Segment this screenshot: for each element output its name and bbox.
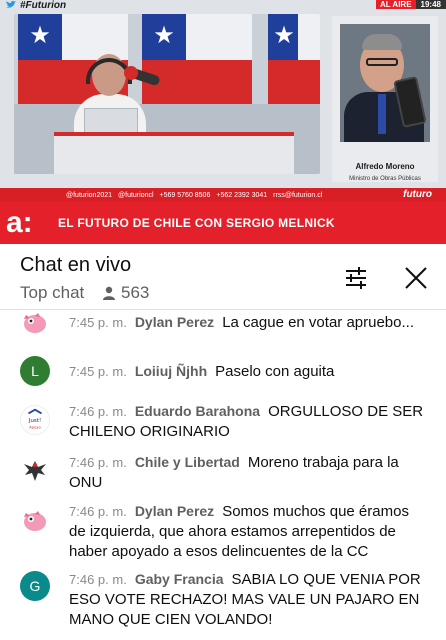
video-player[interactable]: #Futurion AL AIRE 19:48 ★ ★ ★ Alfredo Mo…: [0, 0, 446, 244]
live-label: AL AIRE: [375, 0, 416, 9]
message-author[interactable]: Eduardo Barahona: [135, 403, 260, 419]
chile-flag-center: ★: [142, 14, 252, 104]
social-item: @futurion2021: [66, 191, 113, 199]
social-item: rrss@futurion.cl: [273, 191, 323, 199]
message-time: 7:45 p. m.: [69, 364, 127, 379]
live-clock: 19:48: [415, 0, 446, 9]
message-content: 7:46 p. m. Dylan Perez Somos muchos que ér…: [69, 501, 429, 562]
twitter-icon: [6, 1, 16, 8]
message-time: 7:46 p. m.: [69, 504, 127, 519]
guest-photo: [340, 24, 430, 142]
message-content: 7:45 p. m. Loiiuj Ñjhh Paselo con aguita: [69, 361, 429, 382]
chat-message-list[interactable]: 7:45 p. m. Dylan Perez La cague en votar a…: [0, 311, 446, 640]
message-time: 7:46 p. m.: [69, 404, 127, 419]
social-item: +562 2392 3041: [216, 191, 268, 199]
svg-text:Apoyo: Apoyo: [29, 425, 41, 429]
studio-scene: ★ ★ ★: [14, 14, 320, 174]
message-content: 7:46 p. m. Eduardo Barahona ORGULLOSO DE S…: [69, 401, 429, 442]
message-author[interactable]: Dylan Perez: [135, 503, 214, 519]
hashtag-text: #Futurion: [20, 0, 67, 11]
message-text: La cague en votar apruebo...: [222, 314, 414, 331]
avatar-letter: G: [20, 571, 50, 601]
chile-flag-right: ★: [268, 14, 320, 104]
show-logo: a:: [6, 206, 33, 239]
message-content: 7:46 p. m. Gaby Francia SABIA LO QUE VENIA…: [69, 569, 429, 630]
social-item: @futurioncl: [118, 191, 154, 199]
show-banner: a: EL FUTURO DE CHILE CON SERGIO MELNICK: [0, 202, 446, 244]
message-time: 7:46 p. m.: [69, 572, 127, 587]
social-item: +569 5760 8506: [159, 191, 211, 199]
message-author[interactable]: Gaby Francia: [135, 571, 224, 587]
avatar-letter: L: [20, 356, 50, 386]
social-bar: @futurion2021 @futurioncl +569 5760 8506…: [0, 188, 446, 202]
avatar-logo-icon: Just! Apoyo: [20, 405, 50, 435]
message-text: Paselo con aguita: [215, 363, 335, 380]
close-icon[interactable]: [402, 264, 430, 292]
app-root: #Futurion AL AIRE 19:48 ★ ★ ★ Alfredo Mo…: [0, 0, 446, 640]
message-content: 7:45 p. m. Dylan Perez La cague en votar a…: [69, 312, 429, 333]
chat-mode-selector[interactable]: Top chat: [20, 283, 84, 303]
hashtag-overlay: #Futurion: [0, 0, 67, 11]
guest-card: Alfredo Moreno Ministro de Obras Pública…: [332, 16, 438, 182]
brand-logo: futuro: [403, 189, 432, 200]
message-time: 7:46 p. m.: [69, 455, 127, 470]
guest-name: Alfredo Moreno: [355, 162, 415, 171]
live-badge: AL AIRE 19:48: [375, 0, 446, 9]
viewer-count: 563: [102, 283, 149, 303]
message-time: 7:45 p. m.: [69, 315, 127, 330]
message-author[interactable]: Chile y Libertad: [135, 454, 240, 470]
show-title: EL FUTURO DE CHILE CON SERGIO MELNICK: [58, 216, 335, 230]
avatar-pink-creature-icon: [20, 311, 50, 337]
message-author[interactable]: Loiiuj Ñjhh: [135, 363, 207, 379]
person-icon: [103, 286, 115, 300]
message-author[interactable]: Dylan Perez: [135, 314, 214, 330]
message-content: 7:46 p. m. Chile y Libertad Moreno trabaja…: [69, 452, 429, 493]
filter-settings-icon[interactable]: [342, 264, 370, 292]
avatar-eagle-icon: [20, 455, 50, 485]
guest-role: Ministro de Obras Públicas: [349, 176, 421, 182]
chat-header: Chat en vivo Top chat 563: [0, 244, 446, 310]
viewer-count-value: 563: [121, 283, 150, 302]
avatar-pink-creature-icon: [20, 505, 50, 535]
studio-desk: [54, 132, 294, 174]
svg-text:Just!: Just!: [28, 418, 42, 424]
chat-title: Chat en vivo: [20, 254, 132, 276]
